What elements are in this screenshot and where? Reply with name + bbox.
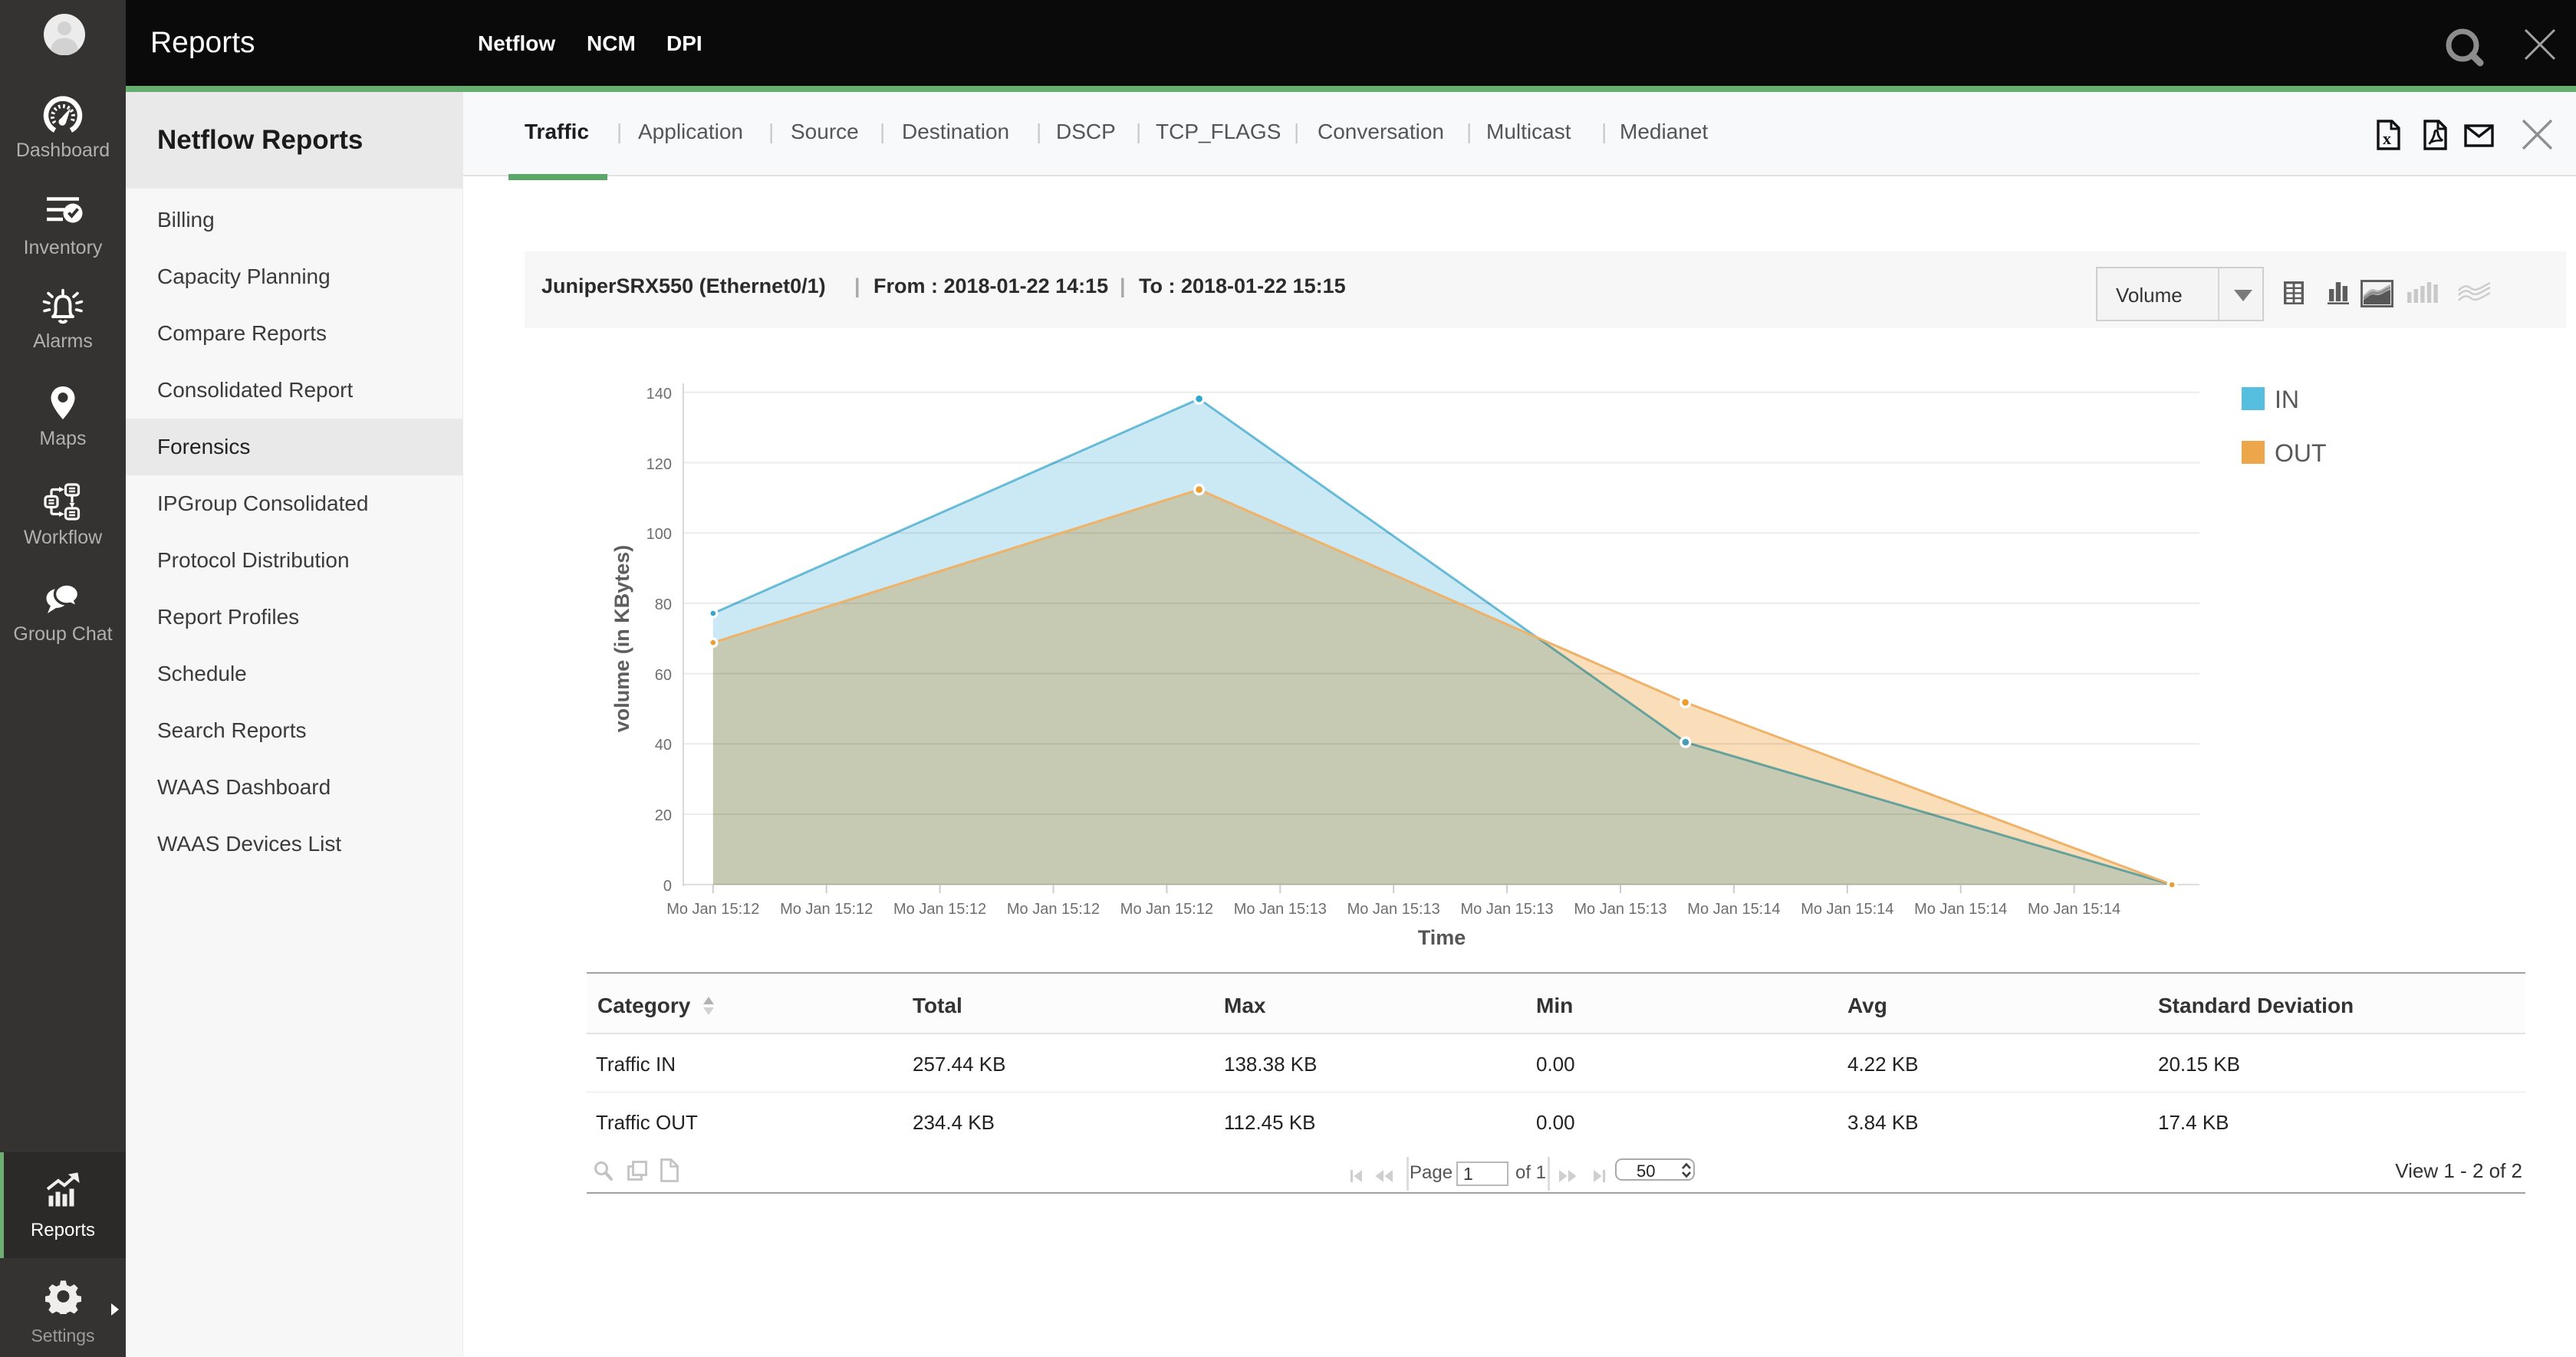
svg-text:Mo Jan 15:12: Mo Jan 15:12 [666, 901, 759, 918]
svg-text:Mo Jan 15:14: Mo Jan 15:14 [2028, 901, 2120, 918]
svg-text:Mo Jan 15:13: Mo Jan 15:13 [1574, 901, 1666, 918]
svg-text:60: 60 [655, 667, 672, 684]
svg-text:Mo Jan 15:14: Mo Jan 15:14 [1801, 901, 1893, 918]
svg-text:100: 100 [646, 526, 672, 543]
svg-text:0: 0 [663, 878, 672, 895]
svg-text:OUT: OUT [2275, 439, 2327, 467]
svg-text:Mo Jan 15:12: Mo Jan 15:12 [1007, 901, 1100, 918]
svg-text:x: x [2383, 129, 2391, 148]
svg-text:Mo Jan 15:13: Mo Jan 15:13 [1347, 901, 1440, 918]
svg-text:Mo Jan 15:13: Mo Jan 15:13 [1460, 901, 1553, 918]
svg-text:20: 20 [655, 807, 672, 824]
svg-text:volume (in KBytes): volume (in KBytes) [610, 545, 633, 733]
svg-text:120: 120 [646, 456, 672, 473]
svg-text:Mo Jan 15:12: Mo Jan 15:12 [780, 901, 873, 918]
svg-text:Time: Time [1418, 926, 1466, 949]
svg-text:140: 140 [646, 386, 672, 402]
svg-text:Mo Jan 15:14: Mo Jan 15:14 [1687, 901, 1780, 918]
svg-text:40: 40 [655, 737, 672, 754]
svg-text:IN: IN [2275, 386, 2299, 413]
svg-text:Mo Jan 15:13: Mo Jan 15:13 [1234, 901, 1327, 918]
svg-text:Mo Jan 15:14: Mo Jan 15:14 [1914, 901, 2007, 918]
svg-text:Mo Jan 15:12: Mo Jan 15:12 [1120, 901, 1213, 918]
svg-text:80: 80 [655, 596, 672, 613]
svg-text:Mo Jan 15:12: Mo Jan 15:12 [893, 901, 986, 918]
